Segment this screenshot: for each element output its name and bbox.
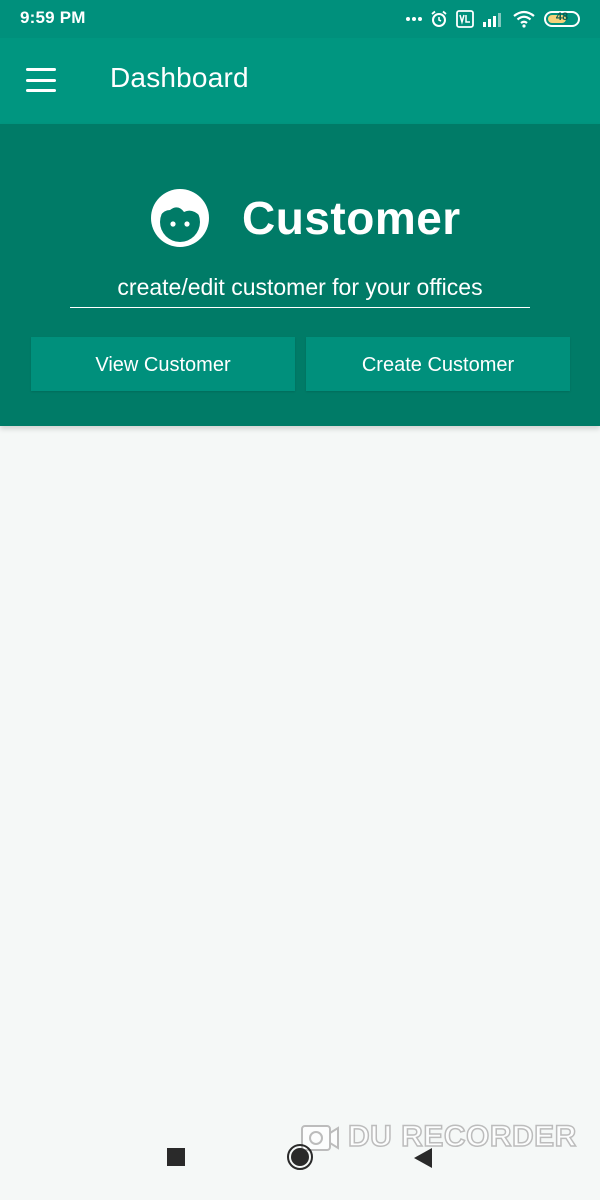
dots-icon — [406, 17, 422, 21]
card-header: Customer — [148, 186, 461, 250]
battery-icon: 48 — [544, 11, 580, 27]
recents-square-icon[interactable] — [167, 1148, 185, 1166]
status-time: 9:59 PM — [20, 8, 86, 27]
card-title: Customer — [242, 192, 461, 244]
app-bar: Dashboard — [0, 38, 600, 124]
customer-card: Customer create/edit customer for your o… — [0, 124, 600, 426]
volte-icon — [456, 10, 474, 28]
face-icon — [151, 189, 209, 247]
wifi-icon — [513, 10, 535, 28]
status-icons: 48 — [406, 8, 580, 30]
back-triangle-icon[interactable] — [414, 1148, 432, 1168]
create-customer-button[interactable]: Create Customer — [306, 337, 570, 391]
hamburger-menu-icon[interactable] — [26, 68, 58, 92]
card-subtitle: create/edit customer for your offices — [70, 274, 530, 308]
battery-level: 48 — [555, 11, 569, 23]
navigation-bar — [0, 1128, 600, 1200]
page-title: Dashboard — [110, 62, 249, 93]
signal-icon — [483, 13, 501, 27]
alarm-icon — [431, 10, 447, 27]
home-circle-icon[interactable] — [287, 1144, 313, 1170]
status-bar: 9:59 PM 48 — [0, 0, 600, 38]
view-customer-button[interactable]: View Customer — [31, 337, 295, 391]
